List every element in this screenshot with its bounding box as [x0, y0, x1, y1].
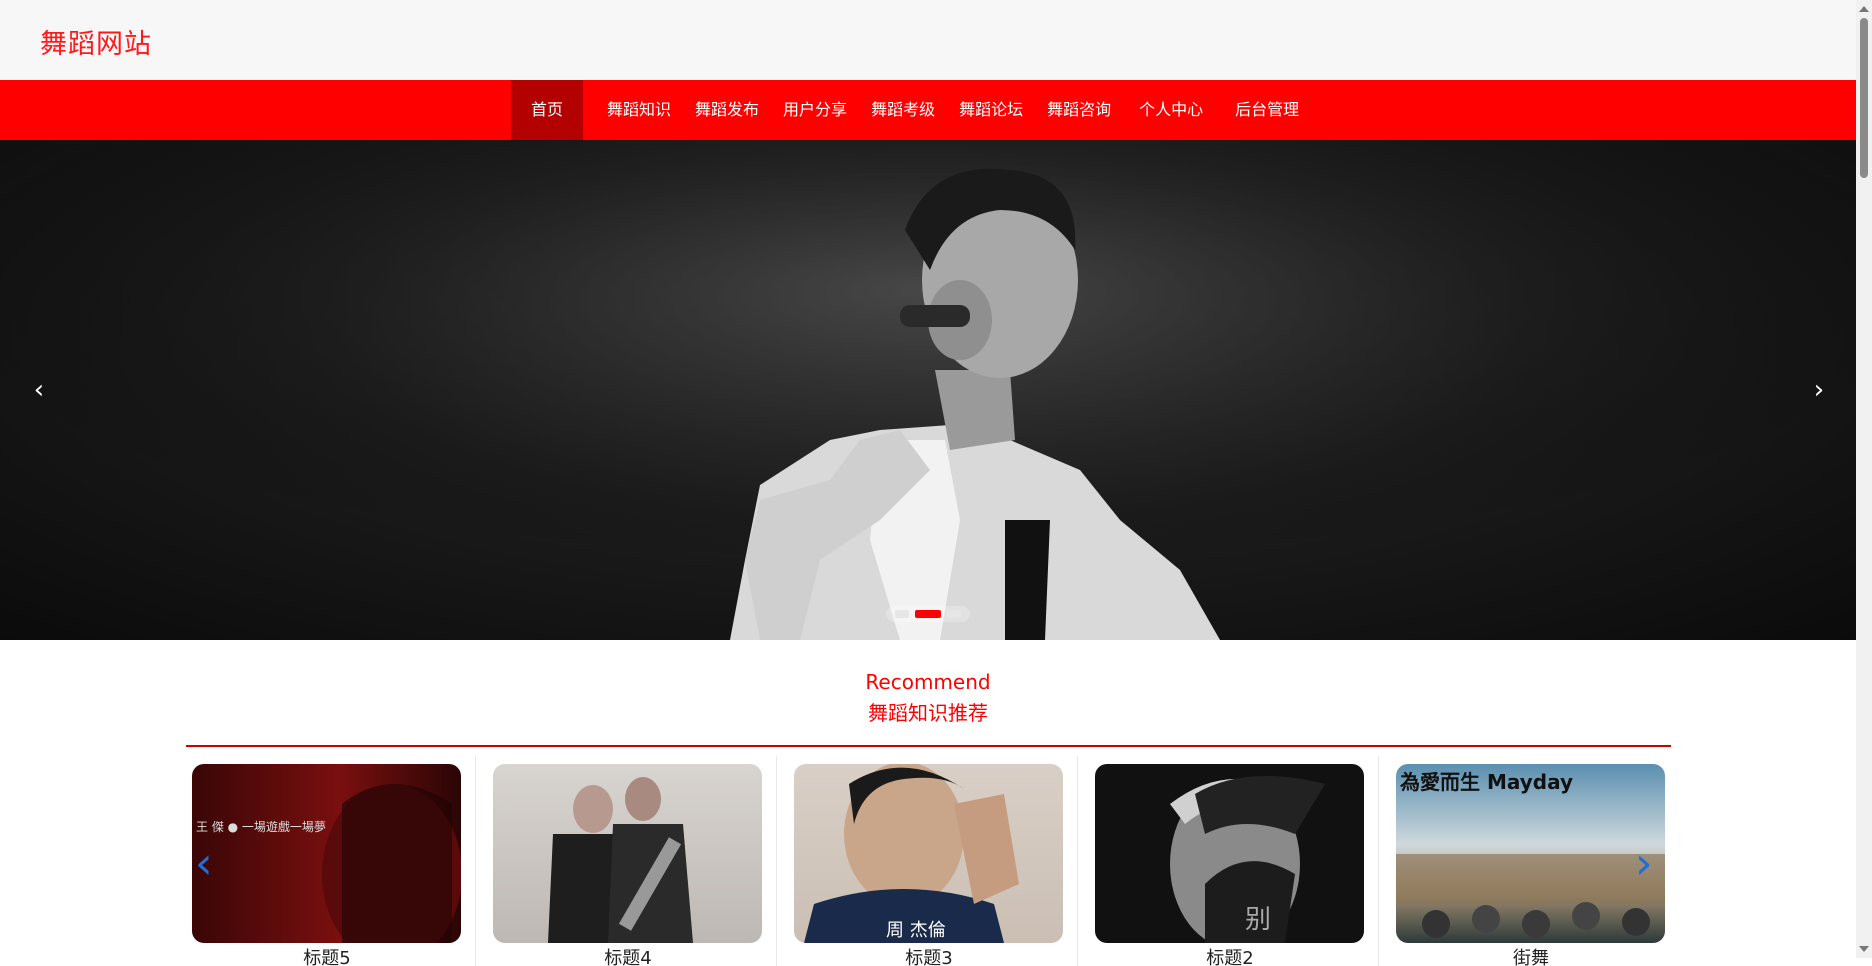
card-overlay-text: 王 傑 ● 一場遊戲一場夢	[196, 820, 326, 834]
recommend-next-button[interactable]: ›	[1635, 842, 1659, 890]
nav-item-dance-exam[interactable]: 舞蹈考级	[859, 80, 947, 140]
card-image[interactable]: 王 傑 ● 一場遊戲一場夢	[192, 764, 461, 943]
portrait-art	[548, 777, 693, 943]
card-caption[interactable]: 街舞	[1390, 948, 1672, 966]
portrait-art	[1170, 776, 1325, 943]
nav-item-dance-forum[interactable]: 舞蹈论坛	[947, 80, 1035, 140]
carousel-dot[interactable]	[947, 610, 961, 618]
portrait-art	[322, 784, 461, 943]
card-caption[interactable]: 标题4	[487, 948, 769, 966]
nav-item-user-share[interactable]: 用户分享	[771, 80, 859, 140]
card-image[interactable]	[493, 764, 762, 943]
card-image[interactable]: 為愛而生 Mayday	[1396, 764, 1665, 943]
hero-carousel[interactable]: ‹ ›	[0, 140, 1856, 640]
section-title-en: Recommend	[865, 670, 991, 694]
nav-item-personal-center[interactable]: 个人中心	[1123, 80, 1219, 140]
card-caption[interactable]: 标题3	[788, 948, 1070, 966]
slide-image	[0, 140, 1856, 640]
section-title-zh: 舞蹈知识推荐	[868, 701, 988, 725]
page-scrollbar[interactable]	[1856, 0, 1872, 958]
scroll-thumb[interactable]	[1860, 18, 1868, 178]
scroll-up-icon[interactable]	[1859, 6, 1869, 12]
site-header: 舞蹈网站	[0, 0, 1856, 81]
nav-item-dance-consult[interactable]: 舞蹈咨询	[1035, 80, 1123, 140]
scroll-down-icon[interactable]	[1859, 946, 1869, 952]
card-image[interactable]: 周 杰倫	[794, 764, 1063, 943]
card-image[interactable]: 别	[1095, 764, 1364, 943]
card-overlay-text: 周 杰倫	[886, 920, 946, 941]
carousel-prev-button[interactable]: ‹	[27, 377, 51, 403]
section-divider	[186, 745, 1671, 747]
card-caption[interactable]: 标题2	[1089, 948, 1371, 966]
recommend-cards: 王 傑 ● 一場遊戲一場夢 标题5 标题4 周 杰倫 标题3 别 标题2 為愛而…	[186, 756, 1680, 966]
nav-items: 首页 舞蹈知识 舞蹈发布 用户分享 舞蹈考级 舞蹈论坛 舞蹈咨询 个人中心 后台…	[511, 80, 1315, 140]
carousel-indicators	[886, 606, 970, 622]
recommend-card[interactable]: 周 杰倫 标题3	[788, 756, 1078, 966]
recommend-card[interactable]: 别 标题2	[1089, 756, 1379, 966]
carousel-next-button[interactable]: ›	[1807, 377, 1831, 403]
carousel-dot[interactable]	[895, 610, 909, 618]
recommend-prev-button[interactable]: ‹	[195, 842, 219, 890]
card-caption[interactable]: 标题5	[186, 948, 468, 966]
site-title[interactable]: 舞蹈网站	[40, 22, 152, 61]
nav-item-admin[interactable]: 后台管理	[1219, 80, 1315, 140]
card-overlay-text: 為愛而生 Mayday	[1400, 770, 1574, 794]
recommend-card[interactable]: 王 傑 ● 一場遊戲一場夢 标题5	[186, 756, 476, 966]
carousel-dot-active[interactable]	[915, 610, 941, 618]
main-nav: 首页 舞蹈知识 舞蹈发布 用户分享 舞蹈考级 舞蹈论坛 舞蹈咨询 个人中心 后台…	[0, 80, 1856, 140]
nav-item-dance-knowledge[interactable]: 舞蹈知识	[595, 80, 683, 140]
nav-item-home[interactable]: 首页	[511, 80, 584, 140]
card-overlay-text: 别	[1245, 905, 1272, 935]
recommend-card[interactable]: 标题4	[487, 756, 777, 966]
nav-item-dance-publish[interactable]: 舞蹈发布	[683, 80, 771, 140]
